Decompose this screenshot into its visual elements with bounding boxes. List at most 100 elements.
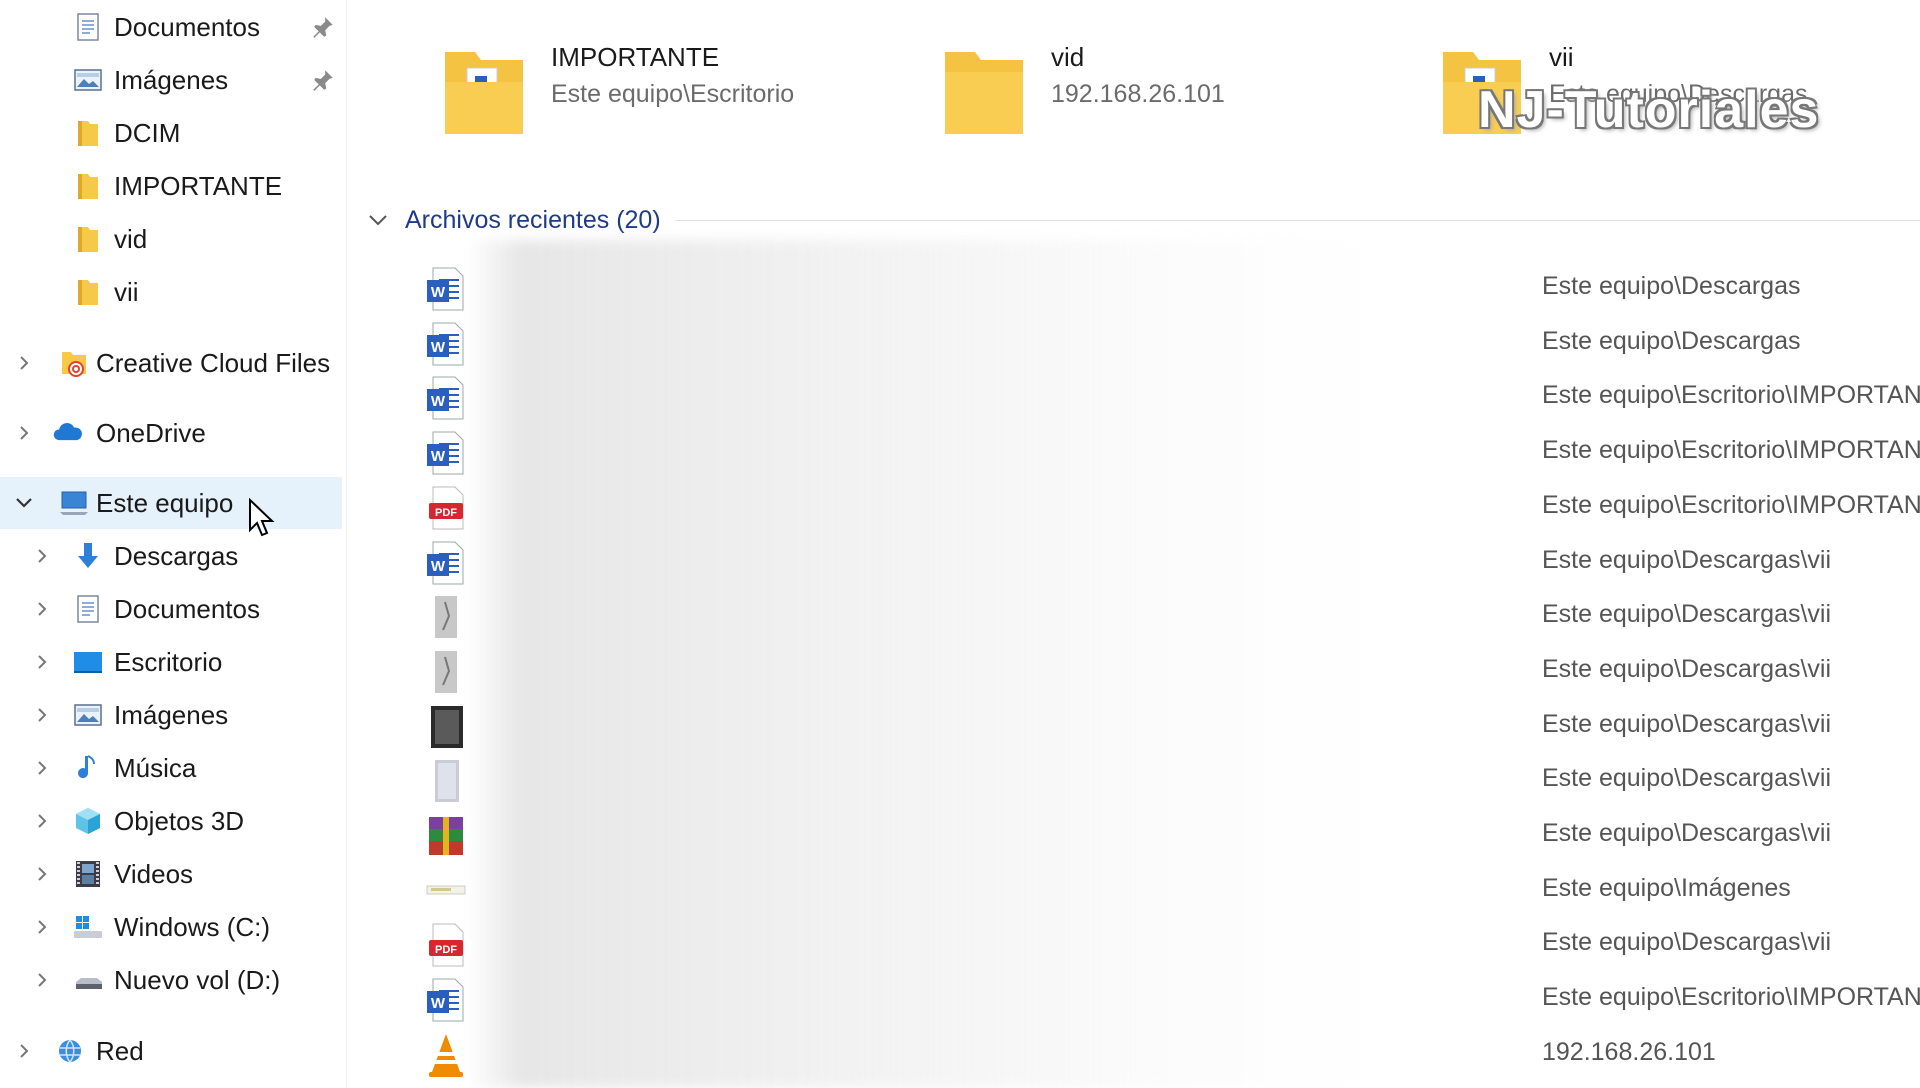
recent-file-location: Este equipo\Descargas\vii xyxy=(1542,709,1832,738)
chevron-down-icon[interactable] xyxy=(14,493,34,513)
chevron-down-icon[interactable] xyxy=(367,209,389,231)
nav-item-musica[interactable]: Música xyxy=(0,742,342,794)
word-document-icon: W xyxy=(425,266,467,312)
nav-item-documentos[interactable]: Documentos xyxy=(0,583,342,635)
nav-item-onedrive[interactable]: OneDrive xyxy=(0,407,342,459)
folder-icon xyxy=(78,121,98,146)
recent-file-location: Este equipo\Descargas\vii xyxy=(1542,764,1832,793)
svg-text:PDF: PDF xyxy=(435,944,457,956)
recent-file-location: Este equipo\Descargas\vii xyxy=(1542,928,1832,957)
nav-item-windows-c[interactable]: Windows (C:) xyxy=(0,901,342,953)
nav-item-este-equipo[interactable]: Este equipo xyxy=(0,477,342,529)
nav-item-documentos-pinned[interactable]: Documentos xyxy=(0,1,342,53)
nav-item-videos[interactable]: Videos xyxy=(0,848,342,900)
navigation-pane: Documentos Imágenes DCIM IMPORTANTE vid … xyxy=(0,0,347,1088)
creative-cloud-icon xyxy=(62,352,86,377)
chevron-right-icon[interactable] xyxy=(32,917,52,937)
svg-text:W: W xyxy=(431,393,446,410)
nav-item-importante[interactable]: IMPORTANTE xyxy=(0,160,342,212)
nav-label: Objetos 3D xyxy=(114,806,245,836)
image-thumbnail-icon xyxy=(425,649,467,695)
chevron-right-icon[interactable] xyxy=(32,652,52,672)
rar-archive-icon xyxy=(425,813,467,859)
chevron-right-icon[interactable] xyxy=(32,864,52,884)
svg-text:PDF: PDF xyxy=(435,507,457,519)
desktop-icon xyxy=(74,652,102,673)
chevron-right-icon[interactable] xyxy=(14,1041,34,1061)
mouse-cursor-icon xyxy=(249,498,275,537)
image-thumbnail-icon xyxy=(425,594,467,640)
nav-item-red[interactable]: Red xyxy=(0,1025,342,1077)
nav-item-dcim[interactable]: DCIM xyxy=(0,107,342,159)
content-pane: IMPORTANTE Este equipo\Escritorio vid 19… xyxy=(347,0,1920,1088)
tile-path: 192.168.26.101 xyxy=(1051,80,1225,108)
nav-label: IMPORTANTE xyxy=(114,171,283,201)
nav-item-descargas[interactable]: Descargas xyxy=(0,530,342,582)
windows-drive-icon xyxy=(74,916,102,938)
recent-file-location: Este equipo\Imágenes xyxy=(1542,873,1791,902)
tile-path: Este equipo\Escritorio xyxy=(551,80,795,108)
nav-item-imagenes[interactable]: Imágenes xyxy=(0,689,342,741)
blurred-filenames-overlay xyxy=(467,240,1367,1088)
recent-file-location: Este equipo\Escritorio\IMPORTANTE xyxy=(1542,436,1920,465)
word-document-icon: W xyxy=(425,321,467,367)
chevron-right-icon[interactable] xyxy=(32,705,52,725)
film-icon xyxy=(76,861,100,887)
nav-item-vid[interactable]: vid xyxy=(0,213,342,265)
chevron-right-icon[interactable] xyxy=(32,599,52,619)
chevron-right-icon[interactable] xyxy=(32,758,52,778)
quick-access-tile-importante[interactable]: IMPORTANTE Este equipo\Escritorio xyxy=(441,32,901,152)
drive-icon xyxy=(76,978,102,989)
cube-3d-icon xyxy=(76,808,100,834)
generic-file-icon xyxy=(425,868,467,914)
watermark-text: NJ-Tutoriales xyxy=(1478,81,1820,139)
nav-label: Creative Cloud Files xyxy=(96,348,331,378)
documents-icon xyxy=(77,13,99,41)
recent-file-location: Este equipo\Escritorio\IMPORTANTE xyxy=(1542,490,1920,519)
pin-icon[interactable] xyxy=(310,14,336,40)
word-document-icon: W xyxy=(425,977,467,1023)
chevron-right-icon[interactable] xyxy=(32,811,52,831)
image-thumbnail-icon xyxy=(425,758,467,804)
nav-item-vii[interactable]: vii xyxy=(0,266,342,318)
pdf-document-icon: PDF xyxy=(425,485,467,531)
network-icon xyxy=(59,1039,81,1063)
nav-label: Documentos xyxy=(114,12,260,42)
recent-file-location: 192.168.26.101 xyxy=(1542,1037,1716,1066)
svg-text:W: W xyxy=(431,995,446,1012)
recent-files-group-header[interactable]: Archivos recientes (20) xyxy=(363,200,1920,240)
nav-label: Música xyxy=(114,753,197,783)
quick-access-tile-vid[interactable]: vid 192.168.26.101 xyxy=(941,32,1401,152)
word-document-icon: W xyxy=(425,430,467,476)
nav-item-imagenes-pinned[interactable]: Imágenes xyxy=(0,54,342,106)
pdf-document-icon: PDF xyxy=(425,922,467,968)
pin-icon[interactable] xyxy=(310,67,336,93)
nav-item-nuevo-vol-d[interactable]: Nuevo vol (D:) xyxy=(0,954,342,1006)
chevron-right-icon[interactable] xyxy=(32,546,52,566)
documents-icon xyxy=(77,595,99,623)
nav-item-creative-cloud[interactable]: Creative Cloud Files xyxy=(0,337,342,389)
nav-label: Escritorio xyxy=(114,647,223,677)
nav-item-escritorio[interactable]: Escritorio xyxy=(0,636,342,688)
nav-label: Red xyxy=(96,1036,144,1066)
folder-icon xyxy=(78,174,98,199)
folder-icon xyxy=(78,227,98,252)
chevron-right-icon[interactable] xyxy=(14,353,34,373)
download-icon xyxy=(78,543,98,568)
recent-file-location: Este equipo\Descargas xyxy=(1542,272,1801,300)
chevron-right-icon[interactable] xyxy=(32,970,52,990)
nav-label: Documentos xyxy=(114,594,260,624)
recent-file-location: Este equipo\Escritorio\IMPORTANTE xyxy=(1542,381,1920,410)
nav-label: vid xyxy=(114,224,148,254)
nav-label: Nuevo vol (D:) xyxy=(114,965,281,995)
nav-label: Windows (C:) xyxy=(114,912,271,942)
recent-file-location: Este equipo\Escritorio\IMPORTANTE xyxy=(1542,983,1920,1012)
word-document-icon: W xyxy=(425,375,467,421)
nav-label: OneDrive xyxy=(96,418,206,448)
chevron-right-icon[interactable] xyxy=(14,423,34,443)
nav-item-objetos-3d[interactable]: Objetos 3D xyxy=(0,795,342,847)
nav-label: vii xyxy=(114,277,139,307)
recent-file-location: Este equipo\Descargas\vii xyxy=(1542,545,1832,574)
tile-name: IMPORTANTE xyxy=(551,42,720,72)
music-icon xyxy=(78,755,95,779)
